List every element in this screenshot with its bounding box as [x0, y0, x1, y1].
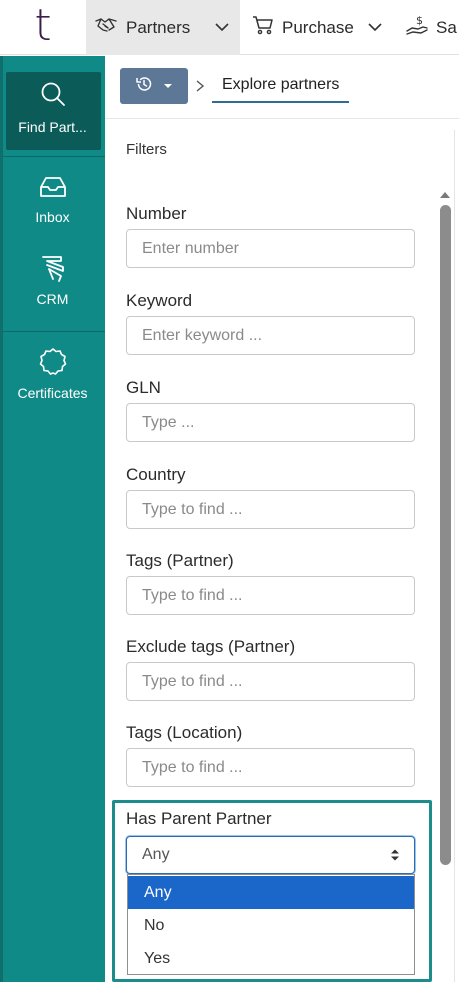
has-parent-partner-select[interactable]: Any [126, 836, 415, 874]
nav-purchase-menu[interactable]: Purchase [248, 0, 393, 55]
cart-icon [252, 15, 274, 40]
select-updown-icon [390, 848, 400, 867]
country-label: Country [126, 465, 186, 484]
breadcrumb-current-tab[interactable]: Explore partners [212, 69, 350, 103]
rail-item-crm[interactable]: CRM [0, 254, 105, 314]
crm-icon [39, 254, 67, 287]
rail-divider [3, 331, 105, 332]
select-value: Any [142, 846, 170, 863]
tags-location-input[interactable] [126, 748, 415, 787]
history-button[interactable] [120, 68, 188, 104]
country-input[interactable] [126, 490, 415, 529]
gln-label: GLN [126, 378, 161, 397]
rail-item-label: Inbox [35, 209, 70, 225]
rail-item-certificates[interactable]: Certificates [0, 346, 105, 406]
caret-down-icon [163, 77, 173, 95]
number-label: Number [126, 204, 187, 223]
filters-title: Filters [126, 141, 167, 158]
dropdown-option-yes[interactable]: Yes [128, 942, 414, 975]
chevron-down-icon [367, 19, 383, 40]
nav-partners-menu[interactable]: Partners [86, 0, 240, 55]
results-panel-edge [454, 130, 459, 982]
rail-item-find-partners[interactable]: Find Part... [0, 80, 105, 148]
rail-item-label: Find Part... [18, 119, 87, 135]
tags-partner-label: Tags (Partner) [126, 551, 234, 570]
sales-hand-icon: $ [406, 14, 428, 41]
rail-item-label: CRM [36, 291, 69, 307]
header-divider [105, 118, 459, 119]
top-navigation-bar: t Partners Purchase $ Sa [0, 0, 459, 55]
app-logo[interactable]: t [0, 0, 86, 55]
history-icon [135, 75, 153, 98]
has-parent-partner-label: Has Parent Partner [126, 809, 272, 828]
rail-item-label: Certificates [17, 385, 88, 401]
scrollbar-thumb[interactable] [440, 205, 451, 865]
rail-item-inbox[interactable]: Inbox [0, 174, 105, 234]
scroll-up-arrow-icon[interactable] [439, 187, 451, 205]
dropdown-option-no[interactable]: No [128, 909, 414, 942]
nav-sales-label: Sa [436, 17, 457, 37]
keyword-input[interactable] [126, 316, 415, 355]
chevron-right-icon [195, 79, 205, 98]
nav-purchase-label: Purchase [282, 17, 354, 37]
logo-text: t [34, 0, 52, 51]
dropdown-option-any[interactable]: Any [128, 876, 414, 909]
handshake-icon [94, 15, 118, 40]
nav-sales-menu[interactable]: $ Sa [406, 0, 459, 55]
svg-text:$: $ [416, 14, 423, 27]
has-parent-partner-dropdown: Any No Yes [127, 874, 415, 975]
gln-input[interactable] [126, 403, 415, 442]
number-input[interactable] [126, 229, 415, 268]
nav-partners-label: Partners [126, 17, 191, 37]
exclude-tags-partner-input[interactable] [126, 662, 415, 701]
keyword-label: Keyword [126, 291, 193, 310]
chevron-down-icon [214, 19, 230, 40]
tags-location-label: Tags (Location) [126, 723, 243, 742]
inbox-icon [38, 174, 68, 203]
certificate-icon [38, 346, 68, 379]
search-icon [39, 80, 67, 111]
tags-partner-input[interactable] [126, 576, 415, 615]
rail-divider [3, 156, 105, 157]
exclude-tags-partner-label: Exclude tags (Partner) [126, 637, 296, 656]
